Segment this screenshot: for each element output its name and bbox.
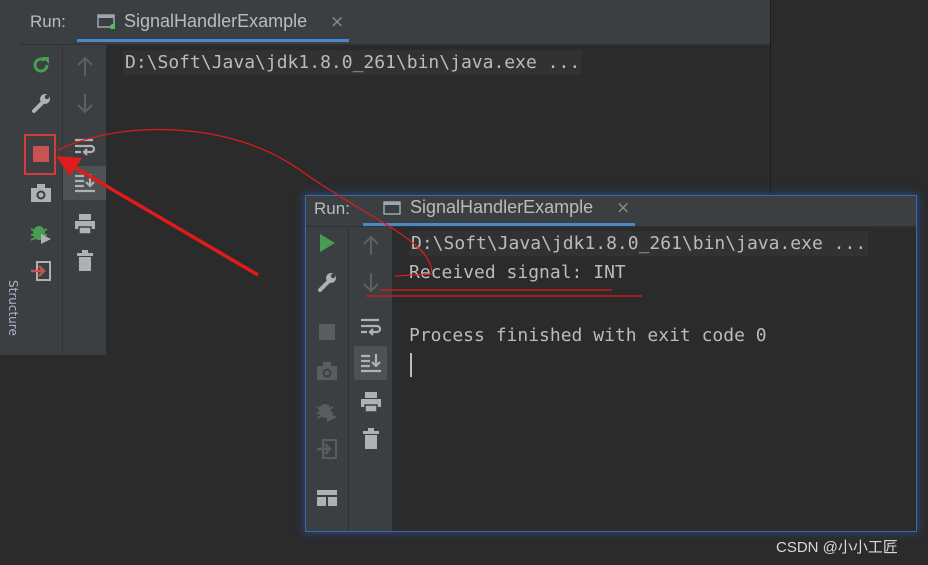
run-label: Run:	[314, 199, 350, 218]
secondary-toolbar	[63, 45, 107, 355]
app-window-icon	[97, 14, 115, 29]
run-label: Run:	[30, 12, 66, 31]
secondary-toolbar	[349, 227, 393, 531]
scroll-to-end-icon[interactable]	[63, 166, 106, 200]
tab-close-icon[interactable]: ×	[330, 12, 344, 32]
snapshot-camera-icon[interactable]	[306, 356, 348, 386]
trash-icon[interactable]	[349, 424, 392, 454]
layout-icon[interactable]	[20, 350, 62, 355]
print-icon[interactable]	[63, 209, 106, 239]
console-line-received-signal: Received signal: INT	[409, 262, 626, 283]
watermark: CSDN @小小工匠	[776, 539, 898, 556]
exit-icon[interactable]	[20, 256, 62, 286]
console-line-process-finished: Process finished with exit code 0	[409, 325, 767, 346]
print-icon[interactable]	[349, 387, 392, 417]
front-run-window: Run: SignalHandlerExample × D:\Soft\Java…	[305, 195, 917, 532]
text-caret	[410, 353, 412, 377]
tab-signal-handler-example[interactable]: SignalHandlerExample ×	[77, 6, 349, 42]
soft-wrap-icon[interactable]	[349, 312, 392, 342]
structure-side-label[interactable]: Structure	[4, 280, 20, 360]
arrow-up-icon[interactable]	[63, 51, 106, 81]
run-header: Run: SignalHandlerExample ×	[306, 196, 916, 227]
arrow-down-icon[interactable]	[349, 268, 392, 298]
tab-title: SignalHandlerExample	[124, 11, 308, 31]
console-line-command: D:\Soft\Java\jdk1.8.0_261\bin\java.exe .…	[409, 231, 869, 256]
tab-title: SignalHandlerExample	[410, 197, 594, 217]
stop-icon[interactable]	[20, 139, 62, 169]
soft-wrap-icon[interactable]	[63, 132, 106, 162]
tab-close-icon[interactable]: ×	[616, 198, 630, 218]
layout-icon[interactable]	[306, 483, 348, 513]
arrow-up-icon[interactable]	[349, 230, 392, 260]
arrow-down-icon[interactable]	[63, 89, 106, 119]
run-header: Run: SignalHandlerExample ×	[20, 0, 770, 45]
tab-signal-handler-example[interactable]: SignalHandlerExample ×	[363, 196, 635, 226]
scroll-to-end-icon[interactable]	[354, 346, 387, 380]
console-line-command: D:\Soft\Java\jdk1.8.0_261\bin\java.exe .…	[123, 50, 583, 75]
primary-toolbar	[20, 45, 63, 355]
snapshot-camera-icon[interactable]	[20, 178, 62, 208]
stop-icon[interactable]	[306, 317, 348, 347]
trash-icon[interactable]	[63, 246, 106, 276]
primary-toolbar	[306, 227, 349, 531]
rerun-icon[interactable]	[20, 50, 62, 80]
debug-bug-icon[interactable]	[20, 217, 62, 247]
console-output[interactable]: D:\Soft\Java\jdk1.8.0_261\bin\java.exe .…	[393, 227, 916, 531]
debug-bug-icon[interactable]	[306, 395, 348, 425]
settings-wrench-icon[interactable]	[306, 267, 348, 297]
app-window-icon	[383, 201, 401, 215]
settings-wrench-icon[interactable]	[20, 88, 62, 118]
exit-icon[interactable]	[306, 434, 348, 464]
run-icon[interactable]	[306, 228, 348, 258]
